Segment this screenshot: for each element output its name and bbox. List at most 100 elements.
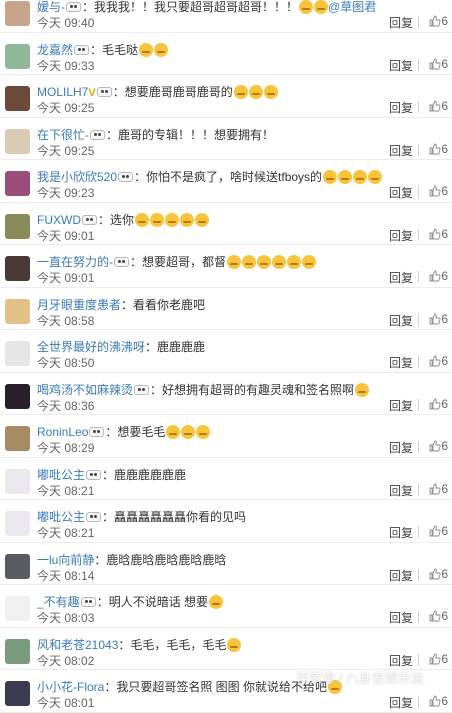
avatar[interactable] (5, 681, 30, 706)
action-divider (418, 398, 419, 411)
username-link[interactable]: 全世界最好的沸沸呀 (37, 340, 145, 354)
emoji-icon (355, 382, 370, 397)
username-link[interactable]: 嘟吡公主 (37, 510, 85, 524)
username-link[interactable]: 一直在努力的- (37, 255, 113, 269)
thumbs-up-icon (429, 397, 441, 411)
action-divider (418, 313, 419, 326)
username-link[interactable]: FUXWD (37, 213, 81, 227)
avatar[interactable] (5, 213, 30, 239)
panda-badge-icon (86, 512, 102, 522)
username-link[interactable]: 在下很忙- (37, 128, 89, 142)
like-button[interactable]: 6 (429, 567, 448, 581)
avatar[interactable] (5, 171, 30, 196)
avatar[interactable] (5, 638, 30, 664)
comment-content: 月牙眼重度患者：看看你老鹿吧 (37, 298, 452, 312)
reply-button[interactable]: 回复 (389, 227, 413, 244)
reply-button[interactable]: 回复 (389, 142, 413, 159)
emoji-icon (180, 212, 195, 227)
reply-button[interactable]: 回复 (389, 354, 413, 371)
reply-button[interactable]: 回复 (389, 184, 413, 201)
username-link[interactable]: RoninLeo (37, 425, 88, 439)
reply-button[interactable]: 回复 (389, 99, 413, 116)
like-button[interactable]: 6 (429, 524, 448, 538)
like-button[interactable]: 6 (429, 354, 448, 368)
like-button[interactable]: 6 (429, 14, 448, 28)
username-link[interactable]: 月牙眼重度患者 (37, 298, 121, 312)
emoji-icon (353, 170, 368, 184)
reply-button[interactable]: 回复 (389, 524, 413, 541)
reply-button[interactable]: 回复 (389, 439, 413, 456)
username-link[interactable]: 我是小欣欣520 (37, 170, 117, 184)
avatar[interactable] (5, 426, 30, 451)
like-button[interactable]: 6 (429, 397, 448, 411)
comment-time: 今天 09:33 (37, 58, 95, 73)
like-button[interactable]: 6 (429, 482, 448, 496)
reply-button[interactable]: 回复 (389, 567, 413, 584)
comment-row: 月牙眼重度患者：看看你老鹿吧 今天 08:58 回复 6 (0, 288, 452, 330)
avatar[interactable] (5, 43, 30, 69)
reply-button[interactable]: 回复 (389, 269, 413, 286)
like-button[interactable]: 6 (429, 609, 448, 623)
like-button[interactable]: 6 (429, 439, 448, 453)
reply-button[interactable]: 回复 (389, 57, 413, 74)
reply-button[interactable]: 回复 (389, 482, 413, 499)
avatar[interactable] (5, 468, 30, 494)
username-link[interactable]: 一lu向前静 (37, 553, 94, 567)
reply-button[interactable]: 回复 (389, 694, 413, 711)
username-link[interactable]: _不有趣 (37, 595, 80, 609)
avatar[interactable] (5, 383, 30, 409)
like-button[interactable]: 6 (429, 694, 448, 708)
username-link[interactable]: 小小花-Flora (37, 680, 104, 694)
mention-link[interactable]: @草图君 (328, 0, 376, 14)
reply-button[interactable]: 回复 (389, 14, 413, 31)
emoji-icon (139, 42, 154, 57)
username-link[interactable]: 嘟吡公主 (37, 468, 85, 482)
username-link[interactable]: 喝鸡汤不如麻辣烫 (37, 383, 133, 397)
like-button[interactable]: 6 (429, 99, 448, 113)
avatar[interactable] (5, 86, 30, 111)
like-button[interactable]: 6 (429, 57, 448, 71)
comment-content: 全世界最好的沸沸呀：鹿鹿鹿鹿 (37, 340, 452, 354)
avatar[interactable] (5, 1, 30, 26)
username-link[interactable]: 风和老苍21043 (37, 638, 118, 652)
comment-row: 在下很忙- ：鹿哥的专辑！！！想要拥有！ 今天 09:25 回复 6 (0, 118, 452, 160)
panda-badge-icon (80, 597, 96, 607)
reply-button[interactable]: 回复 (389, 609, 413, 626)
avatar[interactable] (5, 341, 30, 366)
reply-button[interactable]: 回复 (389, 312, 413, 329)
like-button[interactable]: 6 (429, 269, 448, 283)
like-count: 6 (441, 269, 448, 283)
comment-time: 今天 09:25 (37, 101, 95, 115)
emoji-icon (263, 85, 278, 99)
avatar[interactable] (5, 256, 30, 281)
username-link[interactable]: MOLILH7 (37, 85, 88, 99)
comment-text: ：好想拥有超哥的有趣灵魂和签名照啊 (150, 382, 355, 397)
emoji-icon (248, 85, 263, 99)
like-button[interactable]: 6 (429, 312, 448, 326)
comment-time: 今天 08:21 (37, 526, 95, 540)
comment-row: _不有趣 ：明人不说暗话 想要 今天 08:03 回复 6 (0, 585, 452, 628)
avatar[interactable] (5, 298, 30, 324)
reply-button[interactable]: 回复 (389, 652, 413, 669)
emoji-icon (302, 255, 317, 269)
like-count: 6 (441, 14, 448, 28)
like-button[interactable]: 6 (429, 227, 448, 241)
comment-row: 喝鸡汤不如麻辣烫 ：好想拥有超哥的有趣灵魂和签名照啊 今天 08:36 回复 6 (0, 373, 452, 415)
avatar[interactable] (5, 511, 30, 536)
like-count: 6 (441, 439, 448, 453)
avatar[interactable] (5, 128, 30, 154)
like-count: 6 (441, 524, 448, 538)
comment-text: ：鹿晗鹿晗鹿晗鹿晗鹿晗 (94, 552, 227, 567)
avatar[interactable] (5, 596, 30, 621)
reply-button[interactable]: 回复 (389, 397, 413, 414)
emoji-icon (328, 680, 343, 694)
comment-time: 今天 08:29 (37, 441, 95, 455)
like-button[interactable]: 6 (429, 184, 448, 198)
like-button[interactable]: 6 (429, 142, 448, 156)
emoji-icon (233, 85, 248, 99)
username-link[interactable]: 龙嘉然 (37, 43, 73, 57)
username-link[interactable]: 嫒与- (37, 0, 65, 14)
like-button[interactable]: 6 (429, 652, 448, 666)
avatar[interactable] (5, 553, 30, 579)
comment-content: MOLILH7V ：想要鹿哥鹿哥鹿哥的 (37, 85, 452, 99)
